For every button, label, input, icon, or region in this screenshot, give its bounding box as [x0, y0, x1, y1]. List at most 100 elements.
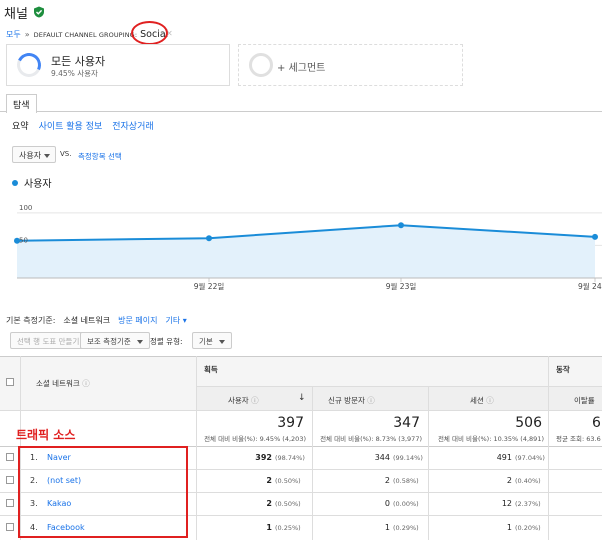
legend-series-label: 사용자	[24, 179, 52, 190]
users-line-chart: 100 50 9월 22일 9월 23일 9월 24	[14, 204, 602, 291]
breadcrumb-separator: »	[24, 30, 30, 39]
chart-ytick-label: 100	[19, 204, 32, 212]
group-header-behavior: 동작	[556, 365, 570, 374]
verified-shield-icon	[33, 6, 44, 18]
title-row: 채널	[4, 3, 45, 22]
sort-type-label: 정렬 유형:	[150, 337, 183, 346]
secondary-dimension-button[interactable]: 보조 측정기준	[80, 332, 150, 349]
total-new-visitors: 347	[393, 415, 420, 431]
row-sessions-pct: (97.04%)	[515, 454, 545, 462]
row-new-pct: (99.14%)	[393, 454, 423, 462]
chart-legend: 사용자	[12, 175, 52, 190]
total-users: 397	[277, 415, 304, 431]
add-segment-button[interactable]: + 세그먼트	[238, 44, 463, 86]
primary-dimension-landing-page[interactable]: 방문 페이지	[118, 315, 157, 326]
column-header-bounce-rate[interactable]: 이탈률	[574, 395, 595, 406]
primary-dimension-bar: 기본 측정기준: 소셜 네트워크 방문 페이지 기타 ▾	[6, 315, 187, 326]
row-new: 0	[384, 499, 390, 508]
divider	[196, 356, 197, 540]
total-sessions: 506	[515, 415, 542, 431]
primary-dimension-other[interactable]: 기타 ▾	[165, 315, 186, 326]
page-title: 채널	[4, 6, 28, 22]
chart-point	[398, 222, 404, 229]
annotation-traffic-source-label: 트래픽 소스	[16, 428, 76, 442]
row-new: 1	[384, 523, 390, 532]
primary-dimension-label: 기본 측정기준:	[6, 316, 56, 325]
sort-type-dropdown[interactable]: 기본	[192, 332, 232, 349]
segment-sub-label: 9.45% 사용자	[51, 69, 98, 78]
select-metric-link[interactable]: 측정항목 선택	[78, 151, 122, 162]
caret-down-icon	[218, 340, 225, 344]
column-header-sessions[interactable]: 세션 ⓘ	[470, 395, 494, 406]
divider	[196, 386, 602, 387]
row-users: 392	[255, 453, 272, 462]
subtab-summary[interactable]: 요약	[12, 119, 29, 132]
chart-xtick-label: 9월 22일	[194, 281, 225, 291]
row-users-pct: (0.50%)	[275, 477, 301, 485]
row-checkbox[interactable]	[6, 453, 14, 461]
row-users-pct: (98.74%)	[275, 454, 305, 462]
subtab-list: 요약 사이트 활용 정보 전자상거래	[12, 119, 154, 132]
caret-down-icon	[44, 154, 50, 158]
help-icon: ⓘ	[251, 396, 259, 405]
total-bounce-rate-sub: 평균 조회: 63.6	[556, 435, 601, 443]
row-sessions: 491	[496, 453, 512, 462]
divider	[0, 410, 602, 411]
tab-explorer[interactable]: 탐색	[6, 94, 37, 113]
segment-label: 모든 사용자	[51, 55, 106, 68]
segment-ring-icon	[249, 53, 273, 77]
help-icon: ⓘ	[486, 396, 494, 405]
breadcrumb-all-link[interactable]: 모두	[6, 29, 21, 40]
row-sessions-pct: (0.40%)	[515, 477, 541, 485]
metric-dropdown-value: 사용자	[19, 151, 42, 160]
divider	[548, 356, 549, 540]
row-sessions: 12	[501, 499, 512, 508]
annotation-box	[18, 446, 188, 538]
secondary-dimension-label: 보조 측정기준	[87, 337, 131, 346]
total-users-sub: 전체 대비 비율(%): 9.45% (4,203)	[204, 435, 306, 443]
row-new-pct: (0.29%)	[393, 524, 419, 532]
divider	[312, 386, 313, 540]
segment-all-users[interactable]: 모든 사용자 9.45% 사용자	[6, 44, 230, 86]
total-new-visitors-sub: 전체 대비 비율(%): 8.73% (3,977)	[320, 435, 422, 443]
total-bounce-rate: 6	[592, 415, 601, 431]
row-users: 2	[266, 476, 272, 485]
row-new-pct: (0.58%)	[393, 477, 419, 485]
column-header-new-visitors[interactable]: 신규 방문자 ⓘ	[328, 395, 375, 406]
row-sessions: 1	[506, 523, 512, 532]
sort-type-value: 기본	[199, 337, 213, 346]
chart-point	[206, 235, 212, 242]
metric-dropdown[interactable]: 사용자	[12, 146, 56, 163]
tab-bar	[0, 94, 602, 112]
select-all-checkbox[interactable]	[6, 378, 14, 386]
row-checkbox[interactable]	[6, 523, 14, 531]
subtab-site-usage[interactable]: 사이트 활용 정보	[39, 119, 103, 132]
divider	[428, 386, 429, 540]
row-new: 2	[384, 476, 390, 485]
column-header-users[interactable]: 사용자 ⓘ	[228, 395, 259, 406]
row-checkbox[interactable]	[6, 476, 14, 484]
annotation-circle	[131, 21, 168, 45]
subtab-ecommerce[interactable]: 전자상거래	[112, 119, 153, 132]
row-users: 1	[266, 523, 272, 532]
row-new: 344	[374, 453, 390, 462]
row-sessions-pct: (0.20%)	[515, 524, 541, 532]
segment-ring-icon	[13, 49, 45, 81]
chart-point	[592, 233, 598, 240]
help-icon: ⓘ	[82, 379, 90, 388]
chart-area	[17, 225, 595, 278]
add-segment-label: + 세그먼트	[277, 63, 326, 74]
sort-desc-arrow-icon[interactable]: ↓	[298, 393, 306, 403]
row-checkbox[interactable]	[6, 499, 14, 507]
row-users-pct: (0.50%)	[275, 500, 301, 508]
total-sessions-sub: 전체 대비 비율(%): 10.35% (4,891)	[437, 435, 544, 443]
vs-label: VS.	[60, 150, 72, 158]
row-sessions: 2	[506, 476, 512, 485]
dimension-header[interactable]: 소셜 네트워크 ⓘ	[36, 378, 90, 389]
caret-down-icon	[136, 340, 143, 344]
breadcrumb-group: DEFAULT CHANNEL GROUPING:	[33, 30, 138, 39]
chart-xtick-label: 9월 24	[578, 281, 602, 291]
chart-ytick-label: 50	[19, 236, 28, 244]
plot-rows-button[interactable]: 선택 행 도표 만들기	[10, 332, 87, 349]
row-users-pct: (0.25%)	[275, 524, 301, 532]
